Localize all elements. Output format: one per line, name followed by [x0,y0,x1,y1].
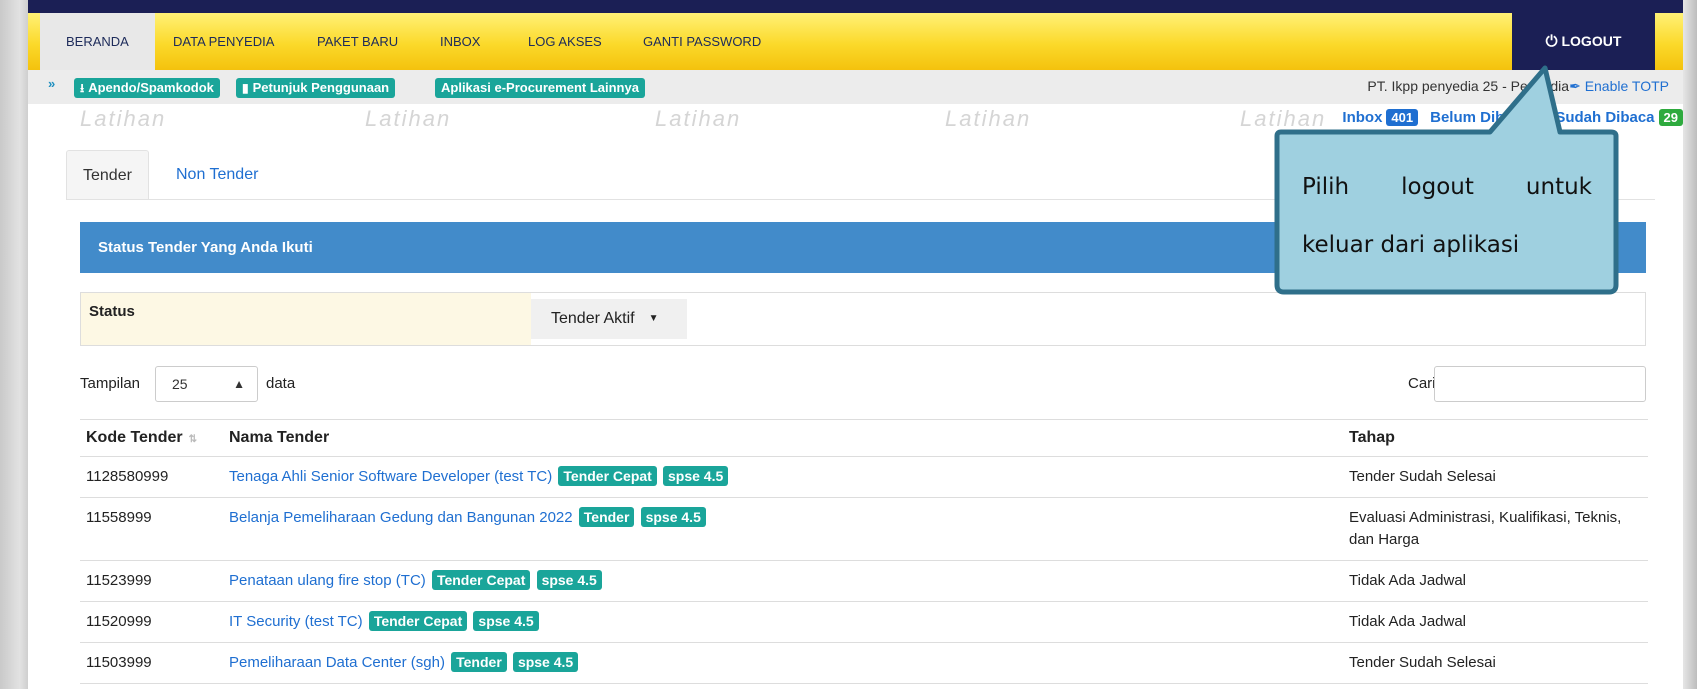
tender-link[interactable]: Penataan ulang fire stop (TC) [229,572,426,589]
petunjuk-button[interactable]: ▮ Petunjuk Penggunaan [236,78,396,98]
table-row: 11503999 Pemeliharaan Data Center (sgh) … [80,642,1648,684]
table-row: 1128580999 Tenaga Ahli Senior Software D… [80,456,1648,498]
status-dropdown[interactable]: Tender Aktif ▼ [531,299,687,339]
tag-badge: Tender [451,652,507,672]
callout-text: Pilih logout untuk keluar dari aplikasi [1302,158,1592,274]
callout-word: logout [1401,174,1474,200]
tag-badge: spse 4.5 [473,611,539,631]
callout-line-2: keluar dari aplikasi [1302,232,1520,258]
apendo-button[interactable]: ⭳ Apendo/Spamkodok [74,78,220,98]
aplikasi-lainnya-button[interactable]: Aplikasi e-Procurement Lainnya [435,78,645,98]
sort-icon: ⇅ [188,434,197,445]
page-size-value: 25 [172,376,188,392]
tender-link[interactable]: Pemeliharaan Data Center (sgh) [229,654,445,671]
tender-link[interactable]: Belanja Pemeliharaan Gedung dan Bangunan… [229,509,573,526]
col-nama-tender[interactable]: Nama Tender [223,419,1343,457]
cell-kode: 11503999 [80,642,223,684]
tab-tender[interactable]: Tender [66,150,149,200]
show-entries-label: Tampilan [80,375,141,392]
callout-word: untuk [1525,174,1592,200]
cell-kode: 11558999 [80,497,223,561]
window-right-border [1683,0,1697,689]
tag-badge: spse 4.5 [512,652,579,672]
status-label: Status [81,293,531,345]
status-filter-row: Status Tender Aktif ▼ [80,292,1646,346]
tag-badge: Tender [578,507,635,527]
watermark: Latihan [945,106,1032,131]
cell-nama: Pemeliharaan Data Center (sgh) Tender sp… [223,642,1343,684]
cell-kode: 1128580999 [80,456,223,498]
download-icon: ⭳ [80,81,85,95]
col-tahap[interactable]: Tahap [1343,419,1648,457]
screenshot-frame: BERANDA DATA PENYEDIA PAKET BARU INBOX L… [0,0,1697,689]
callout-word: Pilih [1302,174,1350,200]
tender-link[interactable]: IT Security (test TC) [229,613,363,630]
watermark: Latihan [365,106,452,131]
tag-badge: Tender Cepat [558,466,657,486]
cell-tahap[interactable]: Tender Sudah Selesai [1343,642,1648,684]
tag-badge: spse 4.5 [536,570,602,590]
tender-link[interactable]: Tenaga Ahli Senior Software Developer (t… [229,468,552,485]
cell-nama: IT Security (test TC) Tender Cepat spse … [223,601,1343,643]
table-header-row: Kode Tender ⇅ Nama Tender Tahap [80,419,1648,457]
col-kode-tender[interactable]: Kode Tender ⇅ [80,419,223,457]
search-input[interactable] [1434,366,1646,402]
cell-nama: Penataan ulang fire stop (TC) Tender Cep… [223,560,1343,602]
caret-down-icon: ▼ [648,313,659,324]
status-value: Tender Aktif [551,310,635,328]
aplikasi-lainnya-label: Aplikasi e-Procurement Lainnya [441,80,639,95]
cell-tahap[interactable]: Tidak Ada Jadwal [1343,601,1648,643]
cell-kode: 11523999 [80,560,223,602]
cell-tahap[interactable]: Tidak Ada Jadwal [1343,560,1648,602]
tender-table: Kode Tender ⇅ Nama Tender Tahap 112858099… [80,419,1648,684]
watermark: Latihan [80,106,167,131]
table-row: 11523999 Penataan ulang fire stop (TC) T… [80,560,1648,602]
col-tahap-label: Tahap [1349,429,1395,446]
double-chevron-up-icon[interactable]: » [48,76,55,91]
callout-line-1: Pilih logout untuk [1302,158,1592,216]
tag-badge: spse 4.5 [663,466,729,486]
nav-paket-baru[interactable]: PAKET BARU [291,13,424,70]
cell-nama: Tenaga Ahli Senior Software Developer (t… [223,456,1343,498]
book-icon: ▮ [242,81,249,95]
col-nama-label: Nama Tender [229,429,330,446]
tag-badge: spse 4.5 [640,507,706,527]
updown-arrow-icon: ▲︎ [233,377,245,391]
page-size-select[interactable]: 25 ▲︎ [155,366,258,402]
table-row: 11520999 IT Security (test TC) Tender Ce… [80,601,1648,643]
tab-non-tender[interactable]: Non Tender [160,150,274,200]
tag-badge: Tender Cepat [431,570,531,590]
cell-kode: 11520999 [80,601,223,643]
nav-inbox[interactable]: INBOX [414,13,506,70]
table-row: 11558999 Belanja Pemeliharaan Gedung dan… [80,497,1648,561]
apendo-label: Apendo/Spamkodok [88,80,214,95]
window-top-border [0,0,1697,13]
cell-tahap[interactable]: Evaluasi Administrasi, Kualifikasi, Tekn… [1343,497,1648,561]
nav-beranda[interactable]: BERANDA [40,13,155,70]
petunjuk-label: Petunjuk Penggunaan [252,80,390,95]
window-left-border [0,0,28,689]
nav-ganti-password[interactable]: GANTI PASSWORD [617,13,787,70]
cell-tahap[interactable]: Tender Sudah Selesai [1343,456,1648,498]
nav-data-penyedia[interactable]: DATA PENYEDIA [147,13,300,70]
cell-nama: Belanja Pemeliharaan Gedung dan Bangunan… [223,497,1343,561]
watermark: Latihan [655,106,742,131]
tag-badge: Tender Cepat [368,611,468,631]
logout-label: LOGOUT [1561,33,1622,49]
nav-log-akses[interactable]: LOG AKSES [502,13,628,70]
entries-suffix-label: data [266,375,296,392]
col-kode-label: Kode Tender [86,429,183,446]
